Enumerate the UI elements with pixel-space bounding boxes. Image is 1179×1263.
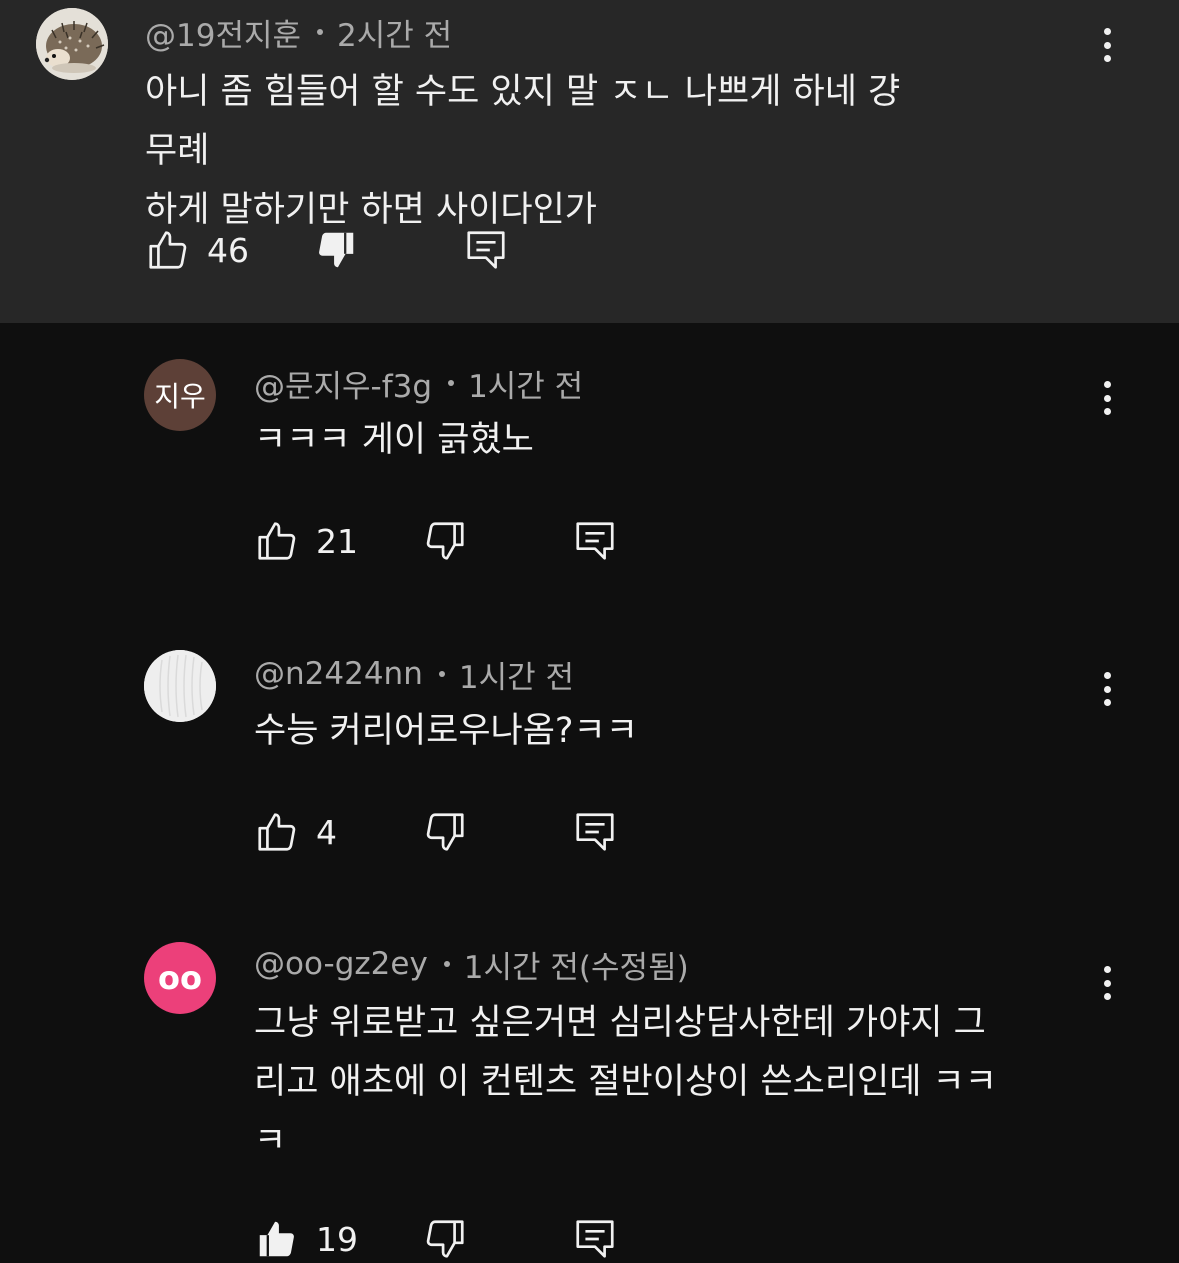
comment-text-line: ㅋㅋㅋ 게이 긁혔노 — [254, 420, 534, 460]
avatar[interactable] — [144, 650, 216, 722]
reply-icon — [576, 813, 614, 851]
comment-4: oo @oo-gz2ey 1시간 전(수정됨) 그냥 위로받고 싶은거면 심리상… — [0, 938, 1179, 1263]
comment-actions: 46 — [145, 227, 545, 273]
comment-3: @n2424nn 1시간 전 수능 커리어로우나옴?ㅋㅋ 4 — [0, 646, 1179, 906]
comment-actions: 4 — [254, 809, 654, 855]
author-name[interactable]: @oo-gz2ey — [254, 946, 428, 982]
comment-text: 수능 커리어로우나옴?ㅋㅋ — [254, 702, 1084, 761]
like-button[interactable]: 19 — [254, 1216, 358, 1262]
separator-dot — [448, 380, 455, 386]
more-vert-icon — [1095, 28, 1119, 62]
comment-actions: 21 — [254, 518, 654, 564]
comment-text-line: 수능 커리어로우나옴?ㅋㅋ — [254, 711, 638, 751]
reply-button[interactable] — [572, 809, 618, 855]
reply-button[interactable] — [572, 518, 618, 564]
more-actions-button[interactable] — [1087, 666, 1127, 712]
reply-button[interactable] — [572, 1216, 618, 1262]
timestamp[interactable]: 2시간 전 — [337, 10, 452, 55]
thumbs-down-icon — [426, 522, 464, 560]
dislike-button[interactable] — [422, 1216, 468, 1262]
comment-text-line: 아니 좀 힘들어 할 수도 있지 말 ㅈㄴ 나쁘게 하네 걍 무례 — [145, 72, 901, 171]
like-count: 21 — [316, 521, 358, 561]
like-button[interactable]: 21 — [254, 518, 358, 564]
comment-text-line: 리고 애초에 이 컨텐츠 절반이상이 쓴소리인데 ㅋㅋ — [254, 1062, 997, 1102]
hedgehog-avatar-image — [36, 8, 108, 80]
thumbs-up-filled-icon — [259, 1221, 294, 1257]
more-vert-icon — [1095, 966, 1119, 1000]
dislike-button[interactable] — [422, 518, 468, 564]
comment-text: 그냥 위로받고 싶은거면 심리상담사한테 가야지 그 리고 애초에 이 컨텐츠 … — [254, 994, 1084, 1171]
avatar[interactable]: oo — [144, 942, 216, 1014]
dislike-button[interactable] — [313, 227, 359, 273]
reply-icon — [576, 522, 614, 560]
thumbs-down-icon — [319, 232, 354, 268]
thumbs-up-icon — [258, 813, 296, 851]
separator-dot — [317, 29, 324, 35]
like-button[interactable]: 46 — [145, 227, 249, 273]
more-vert-icon — [1095, 672, 1119, 706]
dislike-button[interactable] — [422, 809, 468, 855]
more-actions-button[interactable] — [1087, 375, 1127, 421]
comment-2: 지우 @문지우-f3g 1시간 전 ㅋㅋㅋ 게이 긁혔노 21 — [0, 355, 1179, 615]
reply-icon — [467, 231, 505, 269]
comment-text: 아니 좀 힘들어 할 수도 있지 말 ㅈㄴ 나쁘게 하네 걍 무례 하게 말하기… — [145, 63, 975, 240]
comment-meta: @문지우-f3g 1시간 전 — [254, 361, 583, 406]
thumbs-up-icon — [149, 231, 187, 269]
comment-meta: @oo-gz2ey 1시간 전(수정됨) — [254, 942, 689, 987]
author-name[interactable]: @문지우-f3g — [254, 361, 432, 406]
comment-text-line: 그냥 위로받고 싶은거면 심리상담사한테 가야지 그 — [254, 1003, 986, 1043]
thumbs-down-icon — [426, 813, 464, 851]
comment-meta: @19전지훈 2시간 전 — [145, 10, 452, 55]
comment-text: ㅋㅋㅋ 게이 긁혔노 — [254, 411, 1084, 470]
timestamp[interactable]: 1시간 전(수정됨) — [464, 942, 689, 987]
comment-actions: 19 — [254, 1216, 654, 1262]
reply-icon — [576, 1220, 614, 1258]
timestamp[interactable]: 1시간 전 — [468, 361, 583, 406]
comment-meta: @n2424nn 1시간 전 — [254, 652, 574, 697]
avatar[interactable]: 지우 — [144, 359, 216, 431]
like-count: 4 — [316, 812, 337, 852]
timestamp[interactable]: 1시간 전 — [459, 652, 574, 697]
avatar[interactable] — [36, 8, 108, 80]
avatar-initials: oo — [158, 959, 202, 997]
more-actions-button[interactable] — [1087, 960, 1127, 1006]
author-name[interactable]: @n2424nn — [254, 656, 423, 692]
white-avatar-image — [144, 650, 216, 722]
author-name[interactable]: @19전지훈 — [145, 10, 301, 55]
comment-1: @19전지훈 2시간 전 아니 좀 힘들어 할 수도 있지 말 ㅈㄴ 나쁘게 하… — [0, 0, 1179, 323]
separator-dot — [438, 671, 445, 677]
like-count: 46 — [207, 230, 249, 270]
like-button[interactable]: 4 — [254, 809, 337, 855]
avatar-initials: 지우 — [154, 380, 206, 413]
thumbs-down-icon — [426, 1220, 464, 1258]
reply-button[interactable] — [463, 227, 509, 273]
like-count: 19 — [316, 1219, 358, 1259]
separator-dot — [443, 961, 450, 967]
more-vert-icon — [1095, 381, 1119, 415]
thumbs-up-icon — [258, 522, 296, 560]
more-actions-button[interactable] — [1087, 22, 1127, 68]
comment-text-line: ㅋ — [254, 1121, 287, 1161]
